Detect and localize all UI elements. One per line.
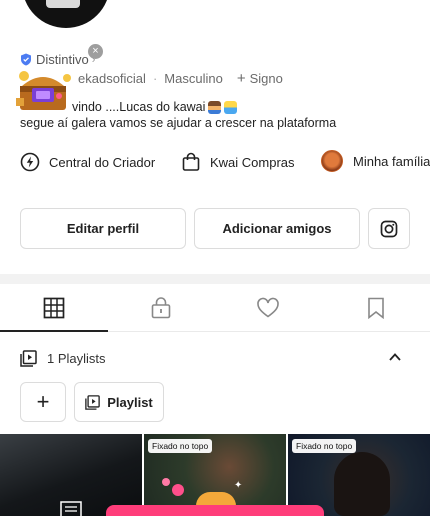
badge-label: Distintivo (36, 52, 89, 67)
edit-profile-button[interactable]: Editar perfil (20, 208, 186, 249)
shield-icon (21, 53, 31, 66)
playlist-icon (85, 394, 101, 410)
sign-label[interactable]: Signo (250, 71, 283, 86)
shortcut-label: Minha família (353, 153, 430, 169)
profile-header (0, 0, 430, 40)
tab-saved[interactable] (322, 286, 429, 330)
floating-action-bar[interactable] (106, 505, 324, 516)
bolt-icon (20, 152, 40, 172)
treasure-chest-icon[interactable] (14, 66, 76, 114)
add-playlist-button[interactable]: + (20, 382, 66, 422)
family-avatar-icon (321, 150, 343, 172)
video-thumbnail[interactable]: Fixado no topo (288, 434, 430, 516)
playlist-button[interactable]: Playlist (74, 382, 164, 422)
sunset-emoji-icon (224, 100, 238, 114)
person-silhouette (334, 452, 390, 516)
chevron-up-icon[interactable] (388, 350, 402, 364)
playlists-header[interactable]: 1 Playlists (20, 348, 412, 368)
bio-text-1: vindo ....Lucas do kawai (72, 100, 206, 114)
playlist-button-label: Playlist (107, 394, 153, 410)
pink-balloon (172, 484, 184, 496)
badge-row[interactable]: Distintivo › (20, 52, 95, 67)
shortcut-kwai-shop[interactable]: Kwai Compras (181, 152, 295, 172)
video-thumbnail[interactable] (0, 434, 142, 516)
shortcut-creator-center[interactable]: Central do Criador (20, 152, 155, 172)
instagram-button[interactable] (368, 208, 410, 249)
bookmark-icon (367, 297, 384, 319)
tab-liked[interactable] (214, 286, 321, 330)
pink-balloon (162, 478, 170, 486)
instagram-icon (380, 220, 398, 237)
shortcut-row: Central do Criador Kwai Compras Minha fa… (0, 150, 430, 176)
gender-label[interactable]: Masculino (164, 71, 223, 86)
pinned-label: Fixado no topo (148, 439, 213, 453)
tab-private[interactable] (107, 286, 214, 330)
playlist-icon (20, 349, 37, 367)
avatar-figure (46, 0, 80, 8)
plus-icon[interactable]: + (237, 71, 246, 86)
add-friends-button[interactable]: Adicionar amigos (194, 208, 360, 249)
video-grid: Fixado no topo ✦ Fixado no topo (0, 434, 430, 516)
document-icon (60, 501, 82, 516)
playlists-count: 1 Playlists (47, 350, 106, 366)
profile-meta: ekadsoficial · Masculino + Signo (78, 71, 283, 86)
sparkle-icon: ✦ (234, 480, 243, 491)
shortcut-label: Kwai Compras (210, 154, 295, 170)
shopping-bag-icon (182, 152, 200, 171)
close-icon[interactable]: × (88, 44, 103, 59)
profile-tabs (0, 286, 430, 332)
lock-icon (151, 297, 170, 319)
video-thumbnail[interactable]: Fixado no topo ✦ (144, 434, 286, 516)
meta-separator: · (152, 71, 158, 86)
username[interactable]: ekadsoficial (78, 71, 146, 86)
bio-text-2: segue aí galera vamos se ajudar a cresce… (20, 116, 337, 130)
shortcut-my-family[interactable]: Minha família (321, 150, 430, 172)
heart-icon (256, 297, 279, 318)
shortcut-label: Central do Criador (49, 154, 156, 170)
bio-line: vindo ....Lucas do kawai (72, 100, 238, 114)
avatar[interactable] (22, 0, 110, 28)
grid-icon (43, 297, 64, 319)
tab-grid[interactable] (0, 286, 107, 330)
pinned-label: Fixado no topo (292, 439, 357, 453)
person-emoji-icon (208, 100, 222, 114)
section-divider (0, 274, 430, 284)
active-tab-indicator (0, 330, 108, 332)
